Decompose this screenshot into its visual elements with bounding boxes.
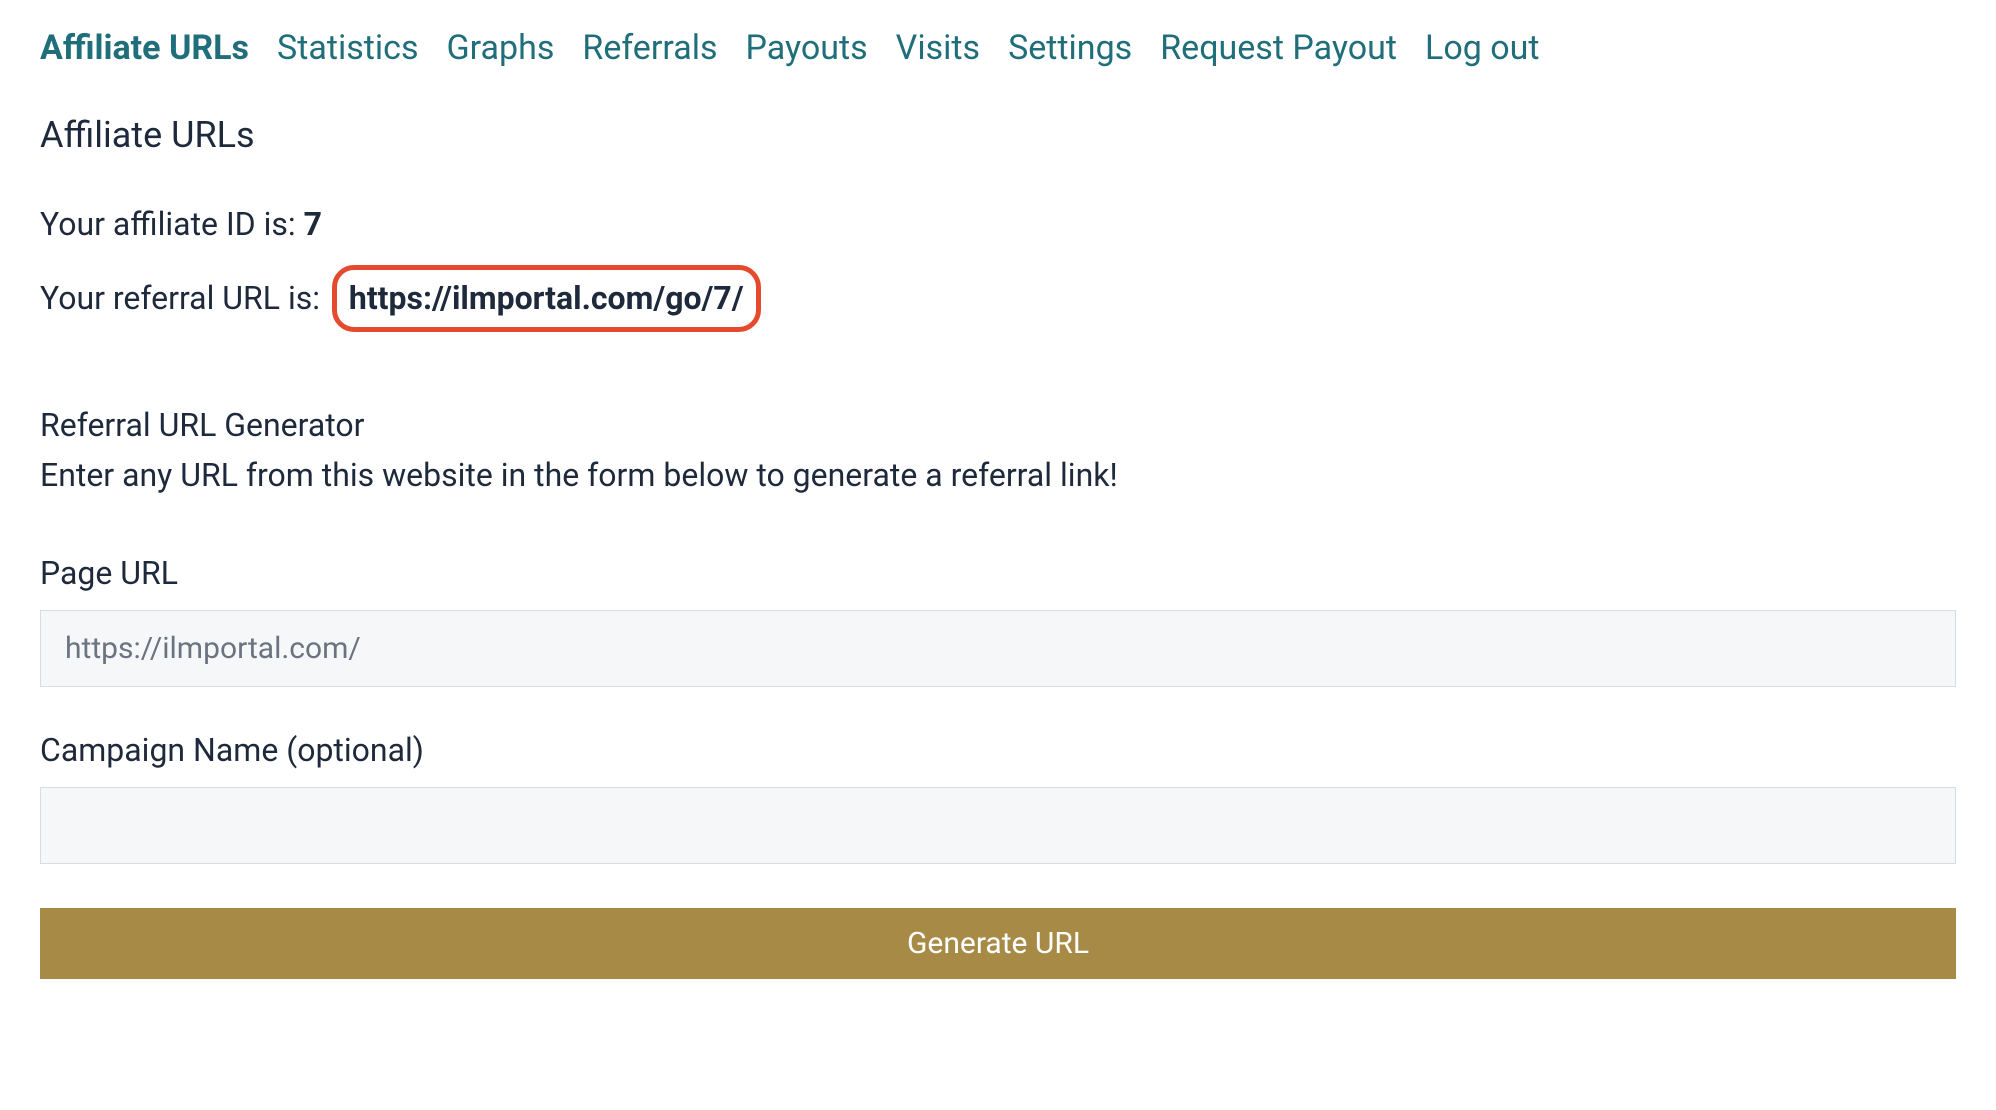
referral-url-highlight: https://ilmportal.com/go/7/: [332, 265, 761, 332]
tab-affiliate-urls[interactable]: Affiliate URLs: [40, 28, 249, 68]
tab-settings[interactable]: Settings: [1008, 28, 1132, 68]
generator-description: Enter any URL from this website in the f…: [40, 456, 1956, 494]
page-title: Affiliate URLs: [40, 114, 1956, 156]
tab-visits[interactable]: Visits: [896, 28, 980, 68]
referral-url-value: https://ilmportal.com/go/7/: [349, 279, 744, 317]
campaign-name-input[interactable]: [40, 787, 1956, 864]
referral-url-line: Your referral URL is: https://ilmportal.…: [40, 265, 1956, 332]
affiliate-id-label: Your affiliate ID is:: [40, 205, 304, 243]
tab-log-out[interactable]: Log out: [1425, 28, 1539, 68]
generate-url-button[interactable]: Generate URL: [40, 908, 1956, 979]
tab-referrals[interactable]: Referrals: [582, 28, 717, 68]
referral-url-label: Your referral URL is:: [40, 279, 328, 317]
page-url-label: Page URL: [40, 554, 1956, 592]
affiliate-id-line: Your affiliate ID is: 7: [40, 202, 1956, 247]
generator-heading: Referral URL Generator: [40, 406, 1956, 444]
tabs-nav: Affiliate URLs Statistics Graphs Referra…: [40, 28, 1956, 68]
tab-statistics[interactable]: Statistics: [277, 28, 418, 68]
page-url-input[interactable]: [40, 610, 1956, 687]
tab-graphs[interactable]: Graphs: [447, 28, 555, 68]
affiliate-id-value: 7: [304, 205, 322, 243]
tab-payouts[interactable]: Payouts: [746, 28, 868, 68]
campaign-name-label: Campaign Name (optional): [40, 731, 1956, 769]
tab-request-payout[interactable]: Request Payout: [1160, 28, 1397, 68]
